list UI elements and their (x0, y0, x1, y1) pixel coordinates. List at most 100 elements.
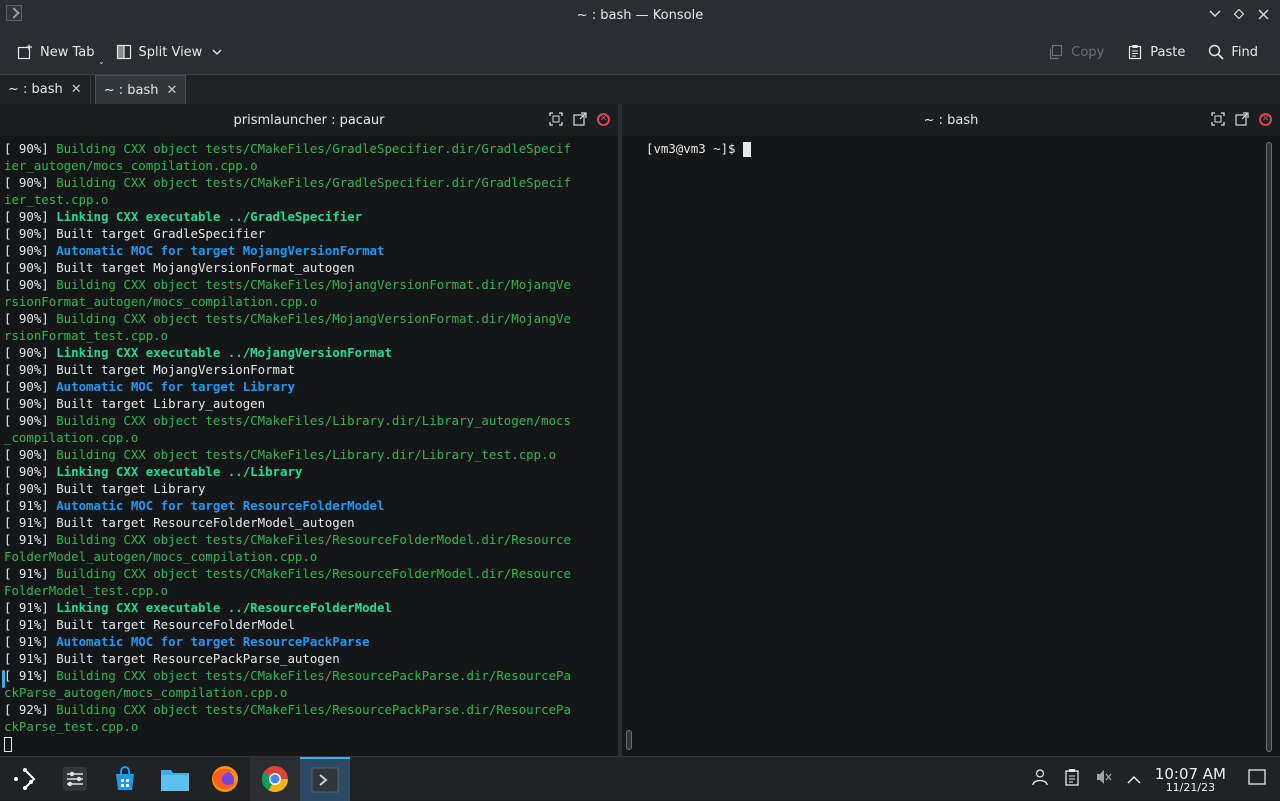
terminal-line: ckParse_test.cpp.o (4, 718, 618, 735)
system-settings-icon[interactable] (50, 757, 100, 801)
terminal-line: [ 90%] Building CXX object tests/CMakeFi… (4, 446, 618, 463)
terminal-line: [ 90%] Linking CXX executable ../GradleS… (4, 208, 618, 225)
build-percent: [ 90%] (4, 464, 57, 479)
terminal-output[interactable]: [vm3@vm3 ~]$ (622, 136, 1280, 157)
file-manager-icon[interactable] (150, 757, 200, 801)
build-message: Built target MojangVersionFormat (56, 362, 295, 377)
terminal-pane-left[interactable]: prismlauncher : pacaur ✕ [ 90%] Building… (0, 104, 618, 756)
new-tab-button[interactable]: New Tab ⌄ (8, 37, 105, 67)
build-percent: [ 91%] (4, 634, 57, 649)
build-message: Linking CXX executable ../ResourceFolder… (56, 600, 392, 615)
new-tab-menu-arrow-icon[interactable]: ⌄ (98, 57, 105, 66)
close-pane-icon[interactable]: ✕ (1259, 112, 1272, 126)
minimize-icon[interactable] (1208, 5, 1222, 23)
build-message: Linking CXX executable ../MojangVersionF… (56, 345, 392, 360)
build-message: Built target Library_autogen (56, 396, 266, 411)
build-message: Linking CXX executable ../GradleSpecifie… (56, 209, 363, 224)
close-pane-icon[interactable]: ✕ (597, 112, 610, 126)
scrollbar-handle[interactable] (1266, 142, 1272, 752)
build-message: Linking CXX executable ../Library (56, 464, 303, 479)
chevron-down-icon[interactable] (208, 43, 226, 61)
build-percent: [ 92%] (4, 702, 57, 717)
terminal-output[interactable]: [ 90%] Building CXX object tests/CMakeFi… (0, 136, 618, 752)
build-percent: [ 91%] (4, 668, 57, 683)
maximize-pane-icon[interactable] (1211, 112, 1225, 126)
close-window-icon[interactable] (1256, 5, 1270, 23)
detach-pane-icon[interactable] (573, 112, 587, 126)
close-tab-icon[interactable]: ✕ (166, 83, 177, 98)
terminal-line: FolderModel_autogen/mocs_compilation.cpp… (4, 548, 618, 565)
window-titlebar: ~ : bash — Konsole (0, 0, 1280, 30)
volume-muted-icon[interactable] (1095, 768, 1113, 790)
terminal-line: [ 92%] Building CXX object tests/CMakeFi… (4, 701, 618, 718)
build-percent: [ 90%] (4, 345, 57, 360)
text-cursor (742, 142, 751, 157)
build-message: Building CXX object tests/CMakeFiles/Res… (56, 702, 571, 717)
discover-store-icon[interactable] (100, 757, 150, 801)
copy-icon (1047, 43, 1065, 61)
build-message: FolderModel_autogen/mocs_compilation.cpp… (4, 549, 318, 564)
build-message: Built target GradleSpecifier (56, 226, 266, 241)
build-percent: [ 91%] (4, 498, 57, 513)
toolbar-right-group: Copy Paste Find (1039, 37, 1266, 67)
digital-clock[interactable]: 10:07 AM 11/21/23 (1155, 765, 1226, 794)
terminal-pane-right[interactable]: ~ : bash ✕ [vm3@vm3 ~]$ (622, 104, 1280, 756)
konsole-app-icon[interactable] (6, 5, 22, 21)
build-percent: [ 90%] (4, 481, 57, 496)
build-message: Built target ResourceFolderModel_autogen (56, 515, 355, 530)
paste-icon (1126, 43, 1144, 61)
konsole-taskbar-icon[interactable] (300, 756, 350, 801)
build-message: Building CXX object tests/CMakeFiles/Moj… (56, 311, 571, 326)
build-message: Building CXX object tests/CMakeFiles/Lib… (56, 447, 557, 462)
terminal-line: ier_test.cpp.o (4, 191, 618, 208)
build-message: _compilation.cpp.o (4, 430, 139, 445)
build-message: ckParse_autogen/mocs_compilation.cpp.o (4, 685, 288, 700)
pane-title: prismlauncher : pacaur (233, 112, 385, 128)
detach-pane-icon[interactable] (1235, 112, 1249, 126)
build-percent: [ 90%] (4, 396, 57, 411)
terminal-line: [ 91%] Built target ResourceFolderModel_… (4, 514, 618, 531)
terminal-line: [ 90%] Automatic MOC for target Library (4, 378, 618, 395)
build-percent: [ 91%] (4, 515, 57, 530)
chrome-icon[interactable] (250, 756, 300, 801)
terminal-line: [ 90%] Building CXX object tests/CMakeFi… (4, 310, 618, 327)
terminal-line: _compilation.cpp.o (4, 429, 618, 446)
build-message: Building CXX object tests/CMakeFiles/Res… (56, 532, 571, 547)
new-tab-icon (16, 43, 34, 61)
build-message: Building CXX object tests/CMakeFiles/Gra… (56, 175, 571, 190)
split-view-button[interactable]: Split View (107, 37, 235, 67)
close-tab-icon[interactable]: ✕ (71, 82, 82, 97)
maximize-pane-icon[interactable] (549, 112, 563, 126)
new-tab-label: New Tab (40, 44, 95, 60)
terminal-line: [ 90%] Linking CXX executable ../Library (4, 463, 618, 480)
build-message: rsionFormat_autogen/mocs_compilation.cpp… (4, 294, 318, 309)
system-tray: 10:07 AM 11/21/23 (1031, 757, 1280, 801)
show-desktop-icon[interactable] (1248, 769, 1266, 789)
copy-button[interactable]: Copy (1039, 37, 1112, 67)
build-percent: [ 90%] (4, 362, 57, 377)
build-message: Building CXX object tests/CMakeFiles/Moj… (56, 277, 571, 292)
paste-button[interactable]: Paste (1118, 37, 1193, 67)
terminal-line: ier_autogen/mocs_compilation.cpp.o (4, 157, 618, 174)
build-percent: [ 90%] (4, 277, 57, 292)
show-hidden-icons-chevron-icon[interactable] (1127, 770, 1141, 789)
maximize-icon[interactable] (1232, 5, 1246, 23)
build-message: Building CXX object tests/CMakeFiles/Res… (56, 668, 571, 683)
window-controls (1208, 5, 1270, 23)
application-launcher-icon[interactable] (0, 757, 50, 801)
tab-bash-2[interactable]: ~ : bash ✕ (94, 75, 187, 104)
firefox-icon[interactable] (200, 757, 250, 801)
terminal-line: [ 91%] Linking CXX executable ../Resourc… (4, 599, 618, 616)
terminal-line: [ 90%] Built target Library_autogen (4, 395, 618, 412)
scrollbar-handle-left[interactable] (626, 730, 632, 750)
search-icon (1207, 43, 1225, 61)
tab-bash-1[interactable]: ~ : bash ✕ (0, 75, 91, 104)
user-icon[interactable] (1031, 768, 1049, 790)
build-percent: [ 91%] (4, 617, 57, 632)
clipboard-icon[interactable] (1063, 768, 1081, 790)
build-message: Built target ResourceFolderModel (56, 617, 295, 632)
build-percent: [ 90%] (4, 141, 57, 156)
find-button[interactable]: Find (1199, 37, 1266, 67)
build-message: Building CXX object tests/CMakeFiles/Gra… (56, 141, 571, 156)
terminal-line: [ 91%] Built target ResourcePackParse_au… (4, 650, 618, 667)
